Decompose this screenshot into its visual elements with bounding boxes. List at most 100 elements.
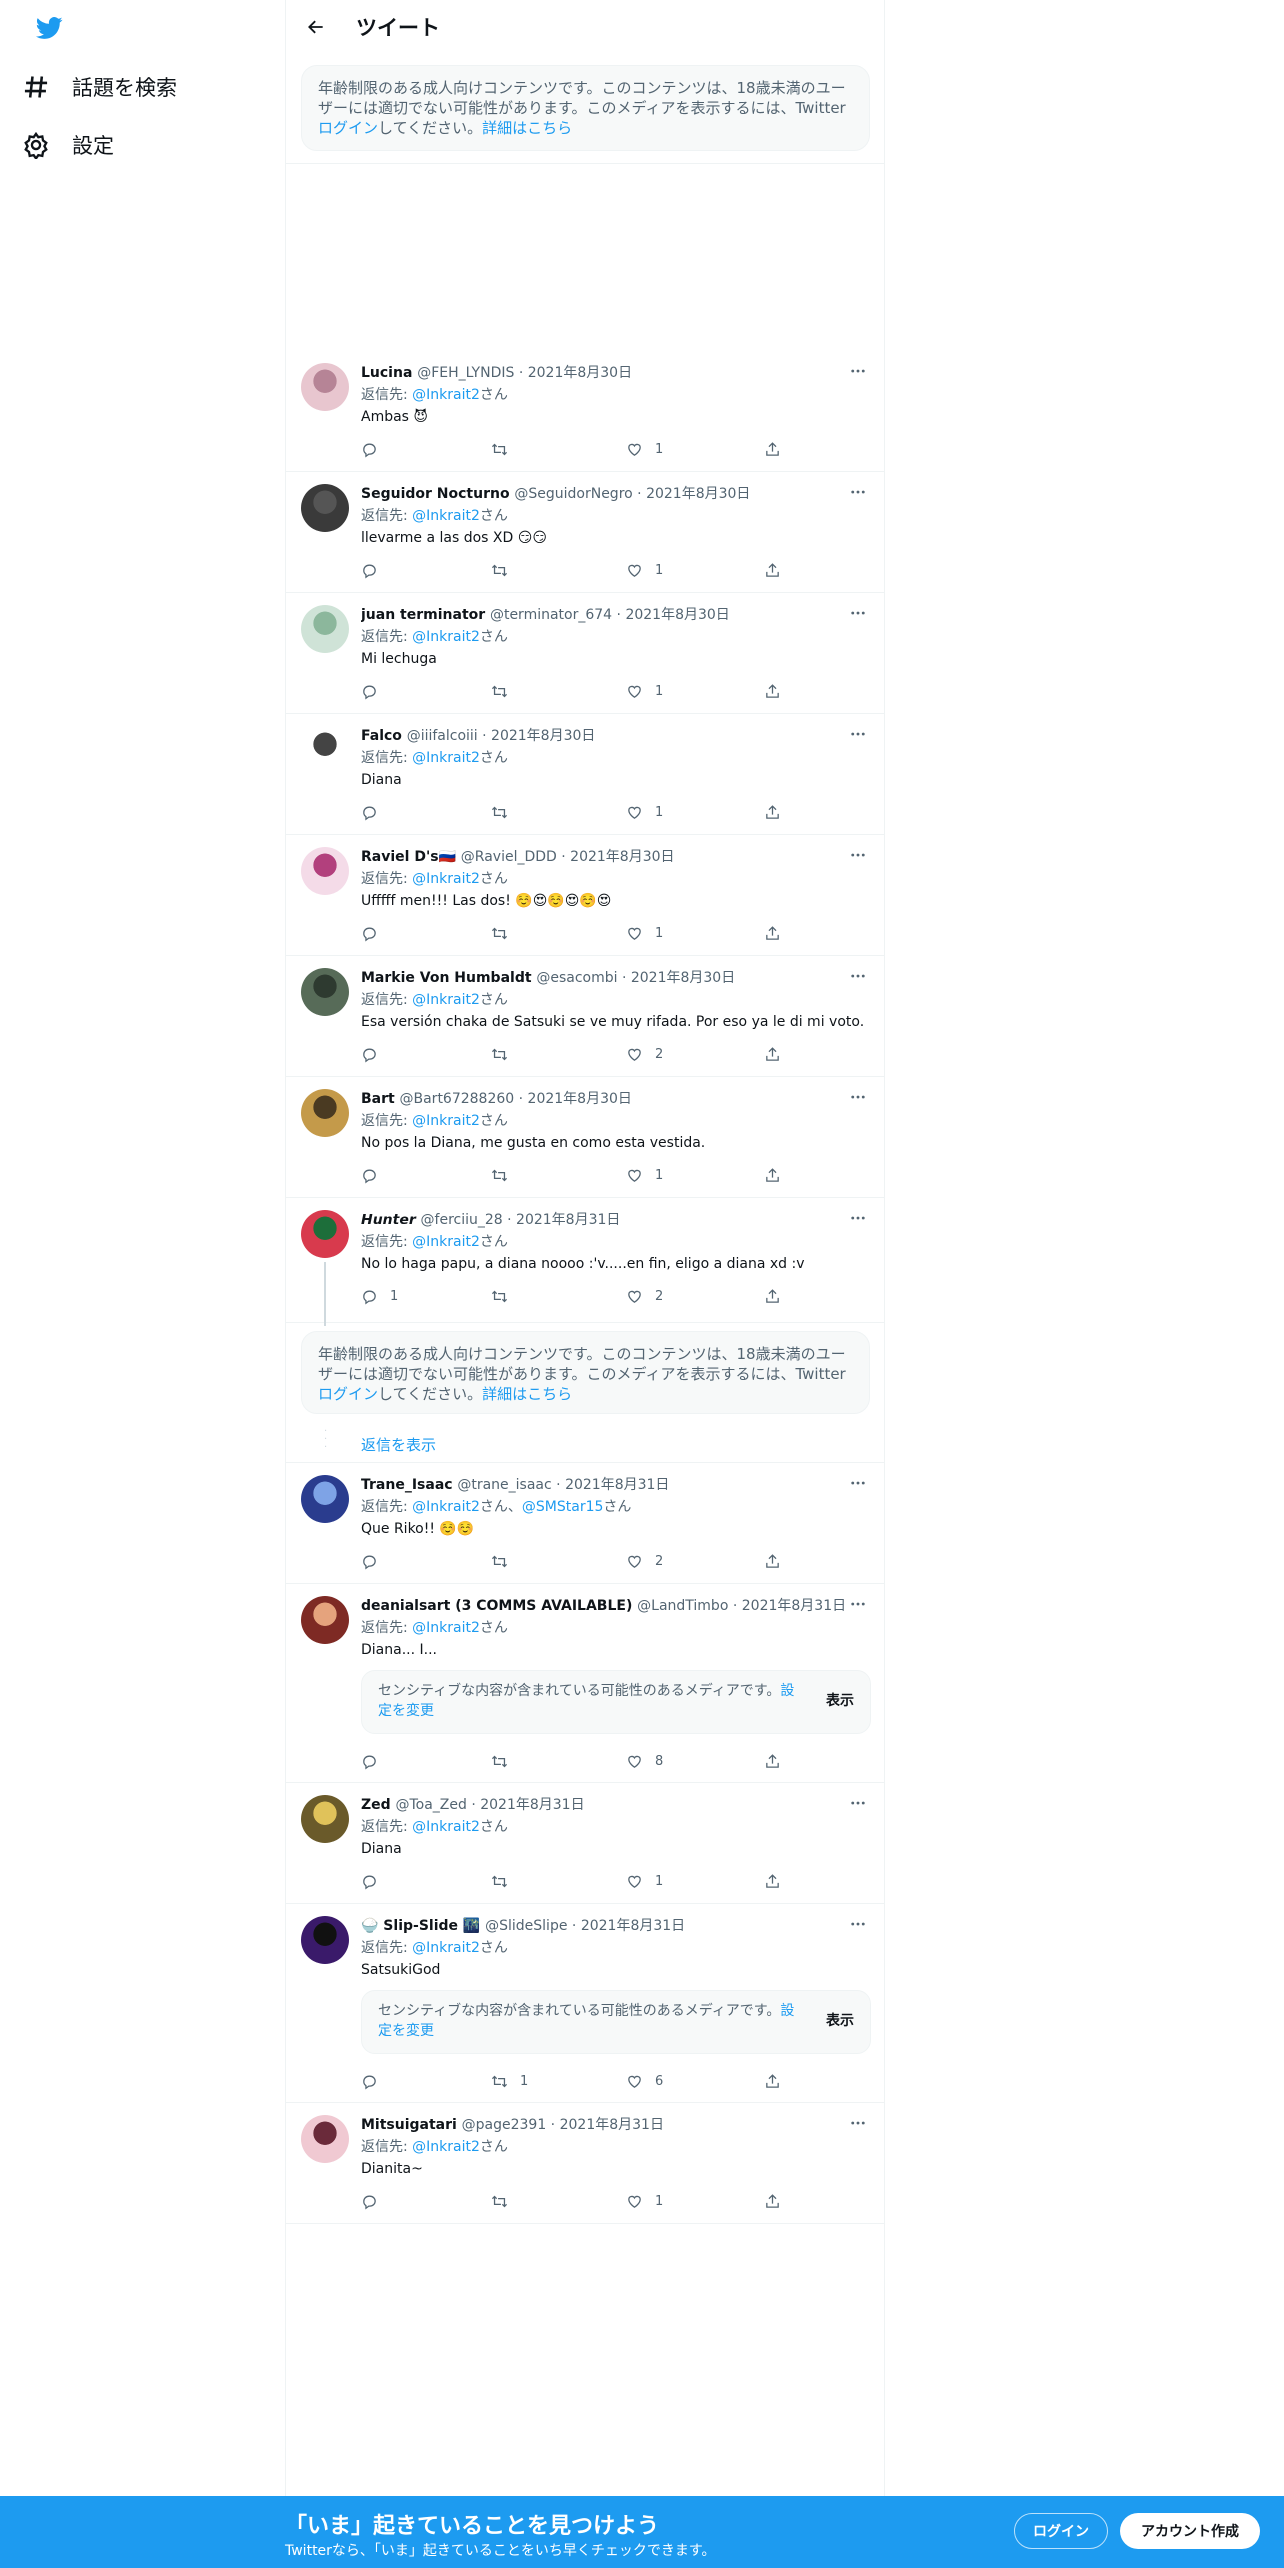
more-button[interactable] xyxy=(846,2111,870,2135)
avatar[interactable] xyxy=(301,1089,349,1137)
like-button[interactable]: 1 xyxy=(626,559,663,581)
more-button[interactable] xyxy=(846,1912,870,1936)
tweet-date[interactable]: 2021年8月30日 xyxy=(625,607,729,623)
reply-mention-link[interactable]: @Inkrait2 xyxy=(412,1499,480,1515)
more-button[interactable] xyxy=(846,1471,870,1495)
username[interactable]: @Raviel_DDD xyxy=(461,849,557,865)
reply-mention-link[interactable]: @Inkrait2 xyxy=(412,1234,480,1250)
share-button[interactable] xyxy=(764,2070,781,2092)
avatar[interactable] xyxy=(301,605,349,653)
tweet[interactable]: Markie Von Humbaldt @esacombi · 2021年8月3… xyxy=(286,956,884,1077)
reply-mention-link[interactable]: @Inkrait2 xyxy=(412,629,480,645)
reply-button[interactable] xyxy=(361,2190,390,2212)
username[interactable]: @LandTimbo xyxy=(637,1598,728,1614)
reply-mention-link[interactable]: @Inkrait2 xyxy=(412,1819,480,1835)
username[interactable]: @terminator_674 xyxy=(490,607,612,623)
display-name[interactable]: Lucina xyxy=(361,365,412,381)
reply-button[interactable] xyxy=(361,2070,390,2092)
tweet-date[interactable]: 2021年8月30日 xyxy=(491,728,595,744)
reply-button[interactable] xyxy=(361,1750,390,1772)
tweet[interactable]: Trane_Isaac @trane_isaac · 2021年8月31日 返信先… xyxy=(286,1463,884,1584)
tweet[interactable]: Falco @iiifalcoiii · 2021年8月30日 返信先: @Ink… xyxy=(286,714,884,835)
username[interactable]: @Toa_Zed xyxy=(395,1797,466,1813)
like-button[interactable]: 1 xyxy=(626,801,663,823)
retweet-button[interactable] xyxy=(491,1750,520,1772)
display-name[interactable]: juan terminator xyxy=(361,607,485,623)
tweet[interactable]: 𝙃𝙪𝙣𝙩𝙚𝙧 @ferciiu_28 · 2021年8月31日 返信先: @Ink… xyxy=(286,1198,884,1326)
share-button[interactable] xyxy=(764,1164,781,1186)
reply-mention-link[interactable]: @Inkrait2 xyxy=(412,1620,480,1636)
avatar[interactable] xyxy=(301,1795,349,1843)
username[interactable]: @SlideSlipe xyxy=(485,1918,567,1934)
show-media-button[interactable]: 表示 xyxy=(826,2011,854,2031)
tweet[interactable]: Zed @Toa_Zed · 2021年8月31日 返信先: @Inkrait2さ… xyxy=(286,1783,884,1904)
tweet-date[interactable]: 2021年8月31日 xyxy=(565,1477,669,1493)
avatar[interactable] xyxy=(301,363,349,411)
like-button[interactable]: 1 xyxy=(626,438,663,460)
reply-button[interactable] xyxy=(361,680,390,702)
display-name[interactable]: Markie Von Humbaldt xyxy=(361,970,532,986)
reply-mention-link[interactable]: @SMStar15 xyxy=(522,1499,604,1515)
more-button[interactable] xyxy=(846,480,870,504)
signup-button[interactable]: アカウント作成 xyxy=(1120,2513,1260,2549)
show-replies-row[interactable]: · · · 返信を表示 xyxy=(286,1424,884,1464)
tweet[interactable]: Seguidor Nocturno @SeguidorNegro · 2021年… xyxy=(286,472,884,593)
reply-button[interactable] xyxy=(361,1164,390,1186)
retweet-button[interactable] xyxy=(491,1285,520,1307)
username[interactable]: @Bart67288260 xyxy=(400,1091,515,1107)
retweet-button[interactable] xyxy=(491,680,520,702)
share-button[interactable] xyxy=(764,1750,781,1772)
share-button[interactable] xyxy=(764,1043,781,1065)
like-button[interactable]: 2 xyxy=(626,1550,663,1572)
tweet-date[interactable]: 2021年8月30日 xyxy=(570,849,674,865)
reply-button[interactable]: 1 xyxy=(361,1285,398,1307)
more-button[interactable] xyxy=(846,1085,870,1109)
like-button[interactable]: 1 xyxy=(626,1164,663,1186)
username[interactable]: @iiifalcoiii xyxy=(407,728,478,744)
avatar[interactable] xyxy=(301,968,349,1016)
share-button[interactable] xyxy=(764,559,781,581)
tweet[interactable]: Lucina @FEH_LYNDIS · 2021年8月30日 返信先: @Ink… xyxy=(286,351,884,472)
reply-mention-link[interactable]: @Inkrait2 xyxy=(412,508,480,524)
more-button[interactable] xyxy=(846,1592,870,1616)
username[interactable]: @page2391 xyxy=(462,2117,547,2133)
reply-mention-link[interactable]: @Inkrait2 xyxy=(412,1940,480,1956)
tweet[interactable]: 🍚 Slip-Slide 🌃 @SlideSlipe · 2021年8月31日返… xyxy=(286,1904,884,2103)
tweet-date[interactable]: 2021年8月30日 xyxy=(528,1091,632,1107)
avatar[interactable] xyxy=(301,484,349,532)
retweet-button[interactable] xyxy=(491,438,520,460)
share-button[interactable] xyxy=(764,922,781,944)
share-button[interactable] xyxy=(764,438,781,460)
retweet-button[interactable] xyxy=(491,801,520,823)
share-button[interactable] xyxy=(764,801,781,823)
reply-mention-link[interactable]: @Inkrait2 xyxy=(412,2139,480,2155)
display-name[interactable]: Mitsuigatari xyxy=(361,2117,457,2133)
username[interactable]: @FEH_LYNDIS xyxy=(417,365,514,381)
reply-button[interactable] xyxy=(361,922,390,944)
display-name[interactable]: 🍚 Slip-Slide 🌃 xyxy=(361,1918,480,1934)
retweet-button[interactable] xyxy=(491,922,520,944)
display-name[interactable]: deanialsart (3 COMMS AVAILABLE) xyxy=(361,1598,632,1614)
tweet[interactable]: Raviel D's🇷🇺 @Raviel_DDD · 2021年8月30日 返信先… xyxy=(286,835,884,956)
share-button[interactable] xyxy=(764,1870,781,1892)
avatar[interactable] xyxy=(301,1210,349,1258)
username[interactable]: @SeguidorNegro xyxy=(514,486,632,502)
like-button[interactable]: 1 xyxy=(626,2190,663,2212)
tweet-date[interactable]: 2021年8月30日 xyxy=(646,486,750,502)
nav-explore[interactable]: 話題を検索 xyxy=(22,62,177,112)
avatar[interactable] xyxy=(301,847,349,895)
more-button[interactable] xyxy=(846,1791,870,1815)
tweet-date[interactable]: 2021年8月31日 xyxy=(480,1797,584,1813)
share-button[interactable] xyxy=(764,680,781,702)
avatar[interactable] xyxy=(301,1916,349,1964)
tweet[interactable]: juan terminator @terminator_674 · 2021年8… xyxy=(286,593,884,714)
tweet-date[interactable]: 2021年8月31日 xyxy=(516,1212,620,1228)
tweet-date[interactable]: 2021年8月31日 xyxy=(742,1598,846,1614)
like-button[interactable]: 1 xyxy=(626,922,663,944)
display-name[interactable]: Raviel D's🇷🇺 xyxy=(361,849,456,865)
tweet-date[interactable]: 2021年8月31日 xyxy=(581,1918,685,1934)
reply-button[interactable] xyxy=(361,1870,390,1892)
avatar[interactable] xyxy=(301,1596,349,1644)
back-button[interactable] xyxy=(298,9,334,45)
display-name[interactable]: Zed xyxy=(361,1797,391,1813)
